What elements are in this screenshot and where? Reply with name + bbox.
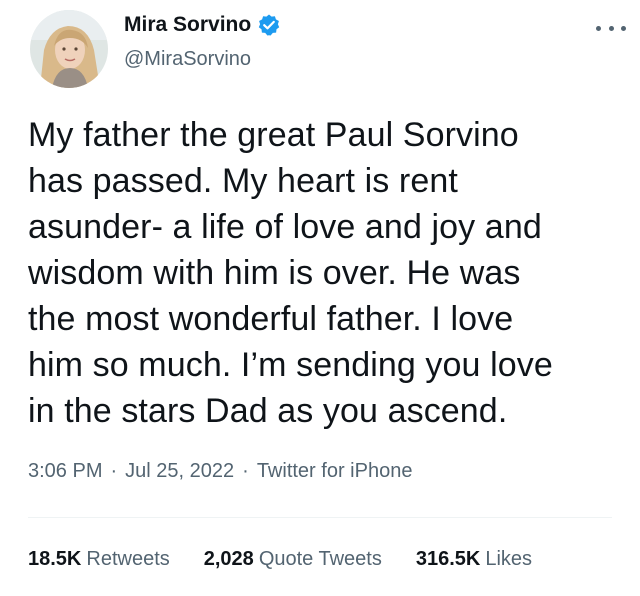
tweet-stats: 18.5K Retweets 2,028 Quote Tweets 316.5K… [28,548,566,571]
author-block: Mira Sorvino @MiraSorvino [124,12,281,71]
divider [28,517,612,518]
author-display-name[interactable]: Mira Sorvino [124,13,251,37]
more-dot [621,25,626,31]
quote-tweets-count: 2,028 [203,548,254,570]
more-options-icon[interactable] [596,18,626,38]
likes-label: Likes [485,548,533,570]
likes-count: 316.5K [415,548,481,570]
more-dot [596,25,601,31]
quote-tweets-stat[interactable]: 2,028 Quote Tweets [204,548,382,571]
tweet-time[interactable]: 3:06 PM [28,460,102,483]
tweet-source[interactable]: Twitter for iPhone [257,460,413,483]
author-handle[interactable]: @MiraSorvino [124,48,281,71]
verified-badge-icon [257,13,281,37]
tweet-card: Mira Sorvino @MiraSorvino My father the … [0,0,640,596]
profile-avatar[interactable] [30,10,108,88]
name-row: Mira Sorvino [124,12,281,38]
meta-separator: · [110,460,118,482]
retweets-label: Retweets [86,548,170,570]
meta-separator: · [242,460,249,482]
retweets-stat[interactable]: 18.5K Retweets [28,548,170,571]
tweet-text: My father the great Paul Sorvino has pas… [28,116,553,430]
retweets-count: 18.5K [28,548,82,570]
tweet-date[interactable]: Jul 25, 2022 [125,460,234,483]
tweet-meta: 3:06 PM · Jul 25, 2022 · Twitter for iPh… [28,460,412,483]
likes-stat[interactable]: 316.5K Likes [416,548,532,571]
more-dot [608,25,614,31]
quote-tweets-label: Quote Tweets [258,548,382,570]
